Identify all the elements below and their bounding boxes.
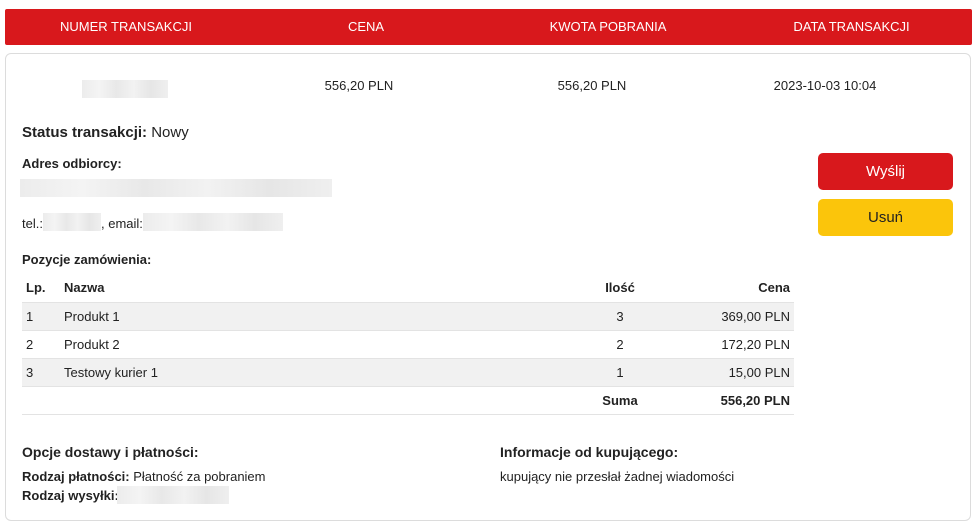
- summary-date: 2023-10-03 10:04: [773, 78, 877, 93]
- row-lp: 3: [22, 358, 60, 387]
- col-price: Cena: [680, 274, 794, 303]
- redacted-shipping-type: [117, 486, 229, 504]
- sum-row: Suma 556,20 PLN: [22, 386, 794, 415]
- sum-empty-name: [60, 386, 560, 415]
- payment-type-label: Rodzaj płatności:: [22, 469, 130, 484]
- col-qty: Ilość: [560, 274, 680, 303]
- order-items-table: Lp. Nazwa Ilość Cena 1 Produkt 1 3 369,0…: [22, 274, 794, 415]
- redacted-phone: [43, 213, 101, 231]
- order-items-header-row: Lp. Nazwa Ilość Cena: [22, 274, 794, 303]
- delivery-options-label: Opcje dostawy i płatności:: [22, 444, 199, 460]
- redacted-address: [20, 179, 332, 197]
- redacted-email: [143, 213, 283, 231]
- shipping-type-label: Rodzaj wysyłki:: [22, 488, 119, 503]
- send-button[interactable]: Wyślij: [818, 153, 953, 190]
- transaction-status: Status transakcji: Nowy: [22, 124, 189, 141]
- email-label: , email:: [101, 216, 143, 231]
- table-row: 3 Testowy kurier 1 1 15,00 PLN: [22, 358, 794, 387]
- transactions-table-header: NUMER TRANSAKCJI CENA KWOTA POBRANIA DAT…: [5, 9, 972, 45]
- payment-type-value: Płatność za pobraniem: [133, 469, 266, 484]
- status-label: Status transakcji:: [22, 124, 148, 141]
- sum-empty-lp: [22, 386, 60, 415]
- sum-value: 556,20 PLN: [680, 386, 794, 415]
- summary-price: 556,20 PLN: [324, 78, 394, 93]
- header-transaction-date: DATA TRANSAKCJI: [793, 19, 910, 34]
- header-price: CENA: [347, 19, 385, 34]
- summary-cod-amount: 556,20 PLN: [557, 78, 627, 93]
- row-qty: 3: [560, 302, 680, 331]
- order-items-label: Pozycje zamówienia:: [22, 252, 152, 267]
- header-cod-amount: KWOTA POBRANIA: [549, 19, 667, 34]
- row-qty: 2: [560, 330, 680, 359]
- redacted-transaction-number: [82, 80, 168, 98]
- tel-label: tel.:: [22, 216, 43, 231]
- buyer-message: kupujący nie przesłał żadnej wiadomości: [500, 469, 735, 484]
- row-lp: 1: [22, 302, 60, 331]
- row-price: 15,00 PLN: [680, 358, 794, 387]
- row-name: Produkt 2: [60, 330, 560, 359]
- sum-label: Suma: [560, 386, 680, 415]
- row-price: 172,20 PLN: [680, 330, 794, 359]
- delete-button[interactable]: Usuń: [818, 199, 953, 236]
- row-name: Produkt 1: [60, 302, 560, 331]
- row-price: 369,00 PLN: [680, 302, 794, 331]
- table-row: 2 Produkt 2 2 172,20 PLN: [22, 330, 794, 359]
- address-label: Adres odbiorcy:: [22, 156, 122, 171]
- header-transaction-number: NUMER TRANSAKCJI: [60, 19, 192, 34]
- row-name: Testowy kurier 1: [60, 358, 560, 387]
- row-lp: 2: [22, 330, 60, 359]
- status-value: Nowy: [151, 124, 189, 141]
- buyer-info-label: Informacje od kupującego:: [500, 444, 679, 460]
- payment-type: Rodzaj płatności: Płatność za pobraniem: [22, 469, 266, 484]
- col-name: Nazwa: [60, 274, 560, 303]
- col-lp: Lp.: [22, 274, 60, 303]
- table-row: 1 Produkt 1 3 369,00 PLN: [22, 302, 794, 331]
- row-qty: 1: [560, 358, 680, 387]
